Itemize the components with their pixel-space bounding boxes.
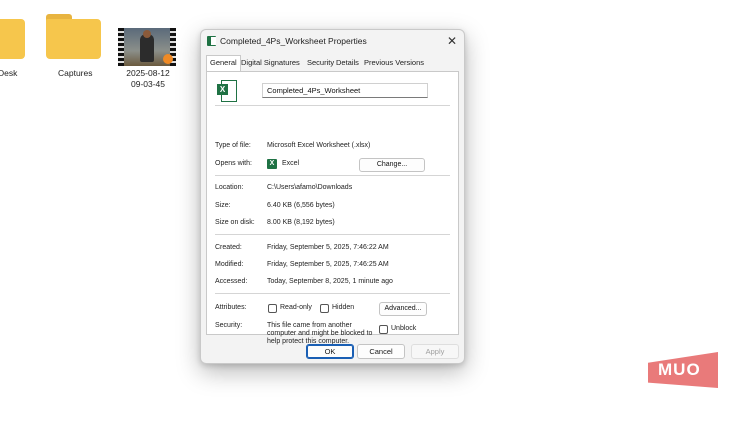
excel-worksheet-icon: X (217, 80, 237, 102)
dialog-titlebar[interactable]: Completed_4Ps_Worksheet Properties ✕ (201, 30, 464, 52)
desktop-label-captures: Captures (58, 68, 93, 78)
divider (215, 293, 450, 294)
size-label: Size: (215, 202, 231, 209)
accessed-value: Today, September 8, 2025, 1 minute ago (267, 278, 393, 285)
created-value: Friday, September 5, 2025, 7:46:22 AM (267, 244, 389, 251)
read-only-checkbox[interactable] (268, 304, 277, 313)
attributes-label: Attributes: (215, 304, 247, 311)
excel-app-icon: X (267, 159, 277, 169)
folder-icon-body (46, 19, 101, 59)
security-message-line2: computer and might be blocked to (267, 330, 373, 337)
size-value: 6.40 KB (6,556 bytes) (267, 202, 335, 209)
desktop-folder-desk[interactable] (0, 14, 25, 59)
tab-details[interactable]: Details (334, 57, 361, 68)
cancel-button[interactable]: Cancel (357, 344, 405, 359)
desktop-folder-captures[interactable] (46, 14, 101, 59)
excel-file-icon (207, 36, 216, 46)
muo-logo: MUO (648, 352, 718, 388)
desktop-video-file[interactable] (118, 28, 176, 66)
close-icon[interactable]: ✕ (444, 33, 460, 49)
hidden-checkbox[interactable] (320, 304, 329, 313)
tab-security[interactable]: Security (305, 57, 336, 68)
divider (215, 175, 450, 176)
security-label: Security: (215, 322, 243, 329)
created-label: Created: (215, 244, 242, 251)
file-name-input[interactable]: Completed_4Ps_Worksheet (262, 83, 428, 98)
divider (215, 105, 450, 106)
hidden-label: Hidden (332, 304, 355, 311)
excel-x-badge: X (217, 84, 228, 95)
advanced-button[interactable]: Advanced... (379, 302, 427, 316)
folder-icon-body (0, 19, 25, 59)
apply-button[interactable]: Apply (411, 344, 459, 359)
thumbnail-person (140, 34, 154, 62)
location-label: Location: (215, 184, 244, 191)
tab-previous-versions[interactable]: Previous Versions (362, 57, 426, 68)
size-on-disk-value: 8.00 KB (8,192 bytes) (267, 219, 335, 226)
modified-label: Modified: (215, 261, 244, 268)
logo-text: MUO (658, 360, 701, 379)
desktop-label-video: 2025-08-12 09-03-45 (118, 68, 178, 90)
change-button[interactable]: Change... (359, 158, 425, 172)
general-panel: X Completed_4Ps_Worksheet Type of file: … (206, 71, 459, 345)
ok-button[interactable]: OK (306, 344, 354, 359)
video-label-line1: 2025-08-12 (126, 68, 170, 78)
thumbnail-head (143, 30, 151, 38)
media-player-icon (163, 54, 173, 64)
unblock-checkbox[interactable] (379, 325, 388, 334)
video-label-line2: 09-03-45 (130, 79, 166, 89)
size-on-disk-label: Size on disk: (215, 219, 255, 226)
type-of-file-value: Microsoft Excel Worksheet (.xlsx) (267, 142, 371, 149)
desktop-label-desk: Desk (0, 68, 18, 78)
opens-with-label: Opens with: (215, 160, 252, 167)
tab-digital-signatures[interactable]: Digital Signatures (239, 57, 302, 68)
security-message-line1: This file came from another (267, 322, 352, 329)
properties-dialog: Completed_4Ps_Worksheet Properties ✕ Gen… (200, 29, 465, 364)
accessed-label: Accessed: (215, 278, 248, 285)
unblock-label: Unblock (391, 325, 417, 332)
dialog-title: Completed_4Ps_Worksheet Properties (220, 36, 367, 46)
location-value: C:\Users\afamo\Downloads (267, 184, 353, 191)
tab-general[interactable]: General (206, 55, 241, 71)
divider (215, 234, 450, 235)
read-only-label: Read-only (280, 304, 312, 311)
opens-with-value: Excel (282, 160, 300, 167)
type-of-file-label: Type of file: (215, 142, 251, 149)
modified-value: Friday, September 5, 2025, 7:46:25 AM (267, 261, 389, 268)
